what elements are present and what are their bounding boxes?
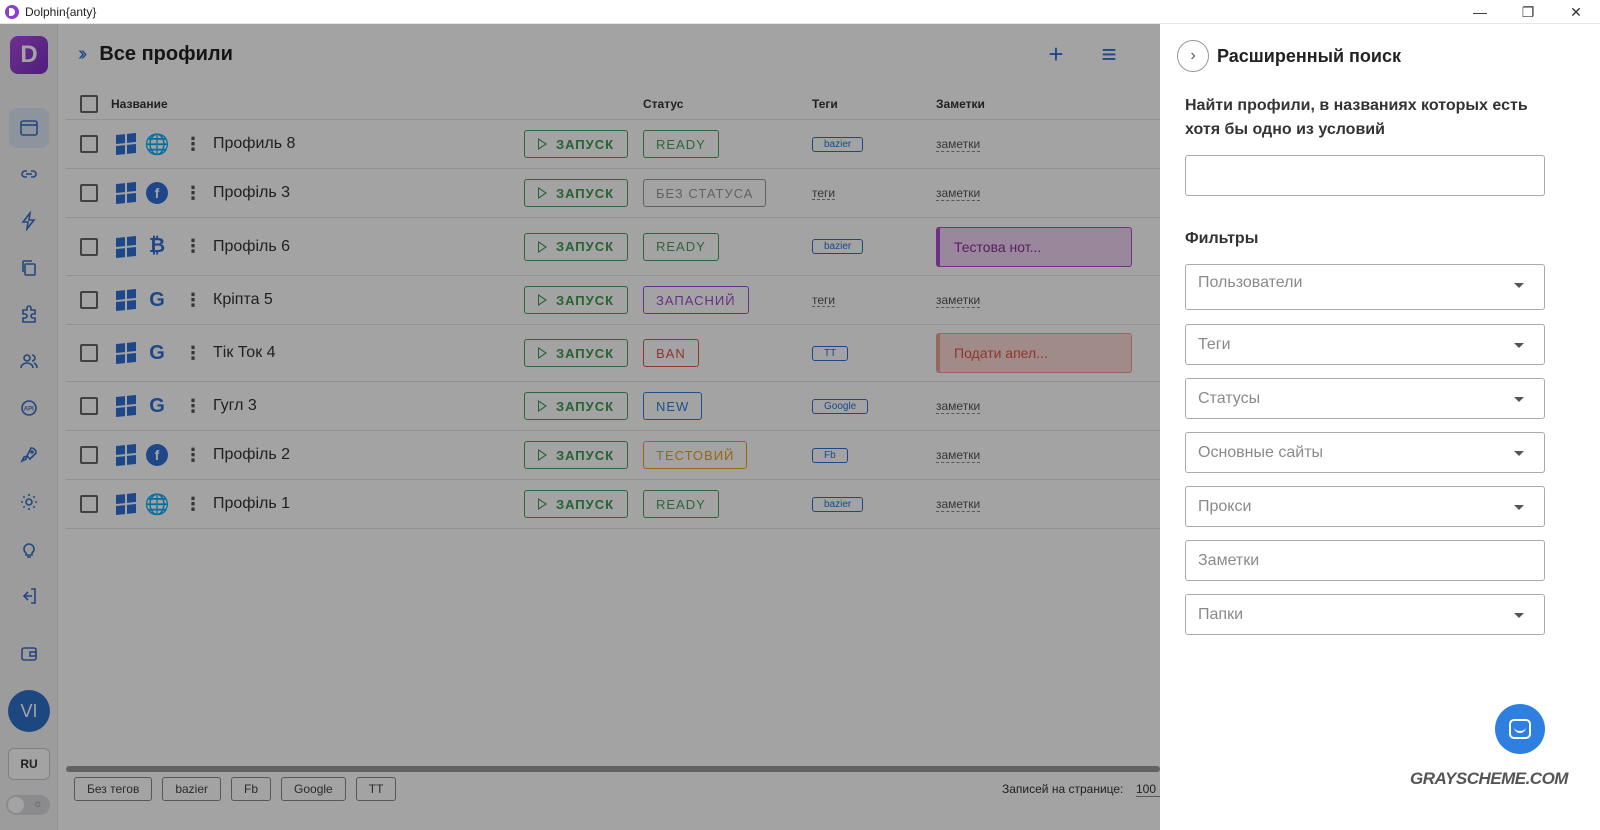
chevron-down-icon — [1514, 451, 1524, 456]
filter-statuses[interactable]: Статусы — [1185, 378, 1545, 419]
chevron-down-icon — [1514, 613, 1524, 618]
chat-button[interactable] — [1495, 704, 1545, 754]
watermark: GRAYSCHEME.COM — [1410, 769, 1568, 788]
close-button[interactable]: ✕ — [1552, 0, 1600, 24]
restore-button[interactable]: ❐ — [1504, 0, 1552, 24]
search-input[interactable] — [1185, 155, 1545, 196]
filter-placeholder: Пользователи — [1198, 274, 1303, 291]
window-controls: — ❐ ✕ — [1456, 0, 1600, 24]
filters-title: Фильтры — [1185, 230, 1259, 247]
search-description: Найти профили, в названиях которых есть … — [1185, 97, 1528, 138]
panel-title: Расширенный поиск — [1217, 46, 1401, 66]
chat-icon — [1509, 719, 1531, 739]
chevron-down-icon — [1514, 343, 1524, 348]
modal-overlay[interactable] — [0, 24, 1160, 830]
window-title: Dolphin{anty} — [25, 4, 97, 19]
chevron-down-icon — [1514, 283, 1524, 288]
chevron-down-icon — [1514, 397, 1524, 402]
minimize-button[interactable]: — — [1456, 0, 1504, 24]
close-panel-chevron-icon[interactable]: › — [1177, 40, 1209, 72]
filter-placeholder: Заметки — [1198, 552, 1260, 569]
dolphin-app-icon — [5, 4, 19, 19]
filter-placeholder: Папки — [1198, 606, 1243, 623]
filter-tags[interactable]: Теги — [1185, 324, 1545, 365]
title-bar: Dolphin{anty} — ❐ ✕ — [0, 0, 1600, 24]
filter-placeholder: Основные сайты — [1198, 444, 1324, 461]
advanced-search-panel: › Расширенный поиск Найти профили, в наз… — [1160, 24, 1600, 830]
filter-folders[interactable]: Папки — [1185, 594, 1545, 635]
filter-main-sites[interactable]: Основные сайты — [1185, 432, 1545, 473]
filter-proxy[interactable]: Прокси — [1185, 486, 1545, 527]
filter-notes[interactable]: Заметки — [1185, 540, 1545, 581]
chevron-down-icon — [1514, 505, 1524, 510]
filter-placeholder: Теги — [1198, 336, 1231, 353]
filter-users[interactable]: Пользователи — [1185, 264, 1545, 310]
filter-placeholder: Прокси — [1198, 498, 1252, 515]
filter-placeholder: Статусы — [1198, 390, 1261, 407]
